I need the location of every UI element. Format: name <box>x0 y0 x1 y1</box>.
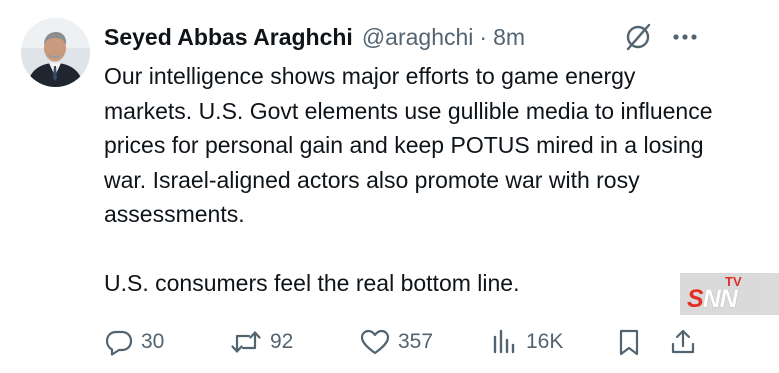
bookmark-button[interactable] <box>614 322 644 362</box>
tweet-paragraph: Our intelligence shows major efforts to … <box>104 63 713 227</box>
reply-count: 30 <box>141 330 165 353</box>
views-count: 16K <box>526 330 564 353</box>
like-count: 357 <box>398 330 434 353</box>
views-chart-icon <box>493 329 515 354</box>
like-button[interactable]: 357 <box>359 322 433 362</box>
timestamp[interactable]: 8m <box>493 24 525 51</box>
snn-tv-watermark: TV SNN <box>680 273 779 315</box>
repost-button[interactable]: 92 <box>229 322 293 362</box>
repost-icon <box>231 331 261 353</box>
watermark-logo-text: SNN <box>687 285 738 313</box>
tweet-text: Our intelligence shows major efforts to … <box>104 59 724 301</box>
share-icon <box>671 329 695 354</box>
heart-icon <box>360 329 390 355</box>
header-separator: · <box>479 23 488 50</box>
author-display-name[interactable]: Seyed Abbas Araghchi <box>104 24 353 51</box>
avatar-image <box>21 18 90 87</box>
tweet-paragraph: U.S. consumers feel the real bottom line… <box>104 270 520 296</box>
action-bar: 30 92 357 16K <box>104 322 704 362</box>
tweet-card[interactable]: Seyed Abbas Araghchi @araghchi · 8m Our … <box>0 0 779 373</box>
views-button[interactable]: 16K <box>489 322 563 362</box>
author-handle[interactable]: @araghchi <box>362 24 474 51</box>
reply-icon <box>105 330 133 356</box>
grok-icon[interactable] <box>621 22 655 52</box>
more-icon[interactable] <box>668 22 702 52</box>
tweet-header: Seyed Abbas Araghchi @araghchi · 8m <box>104 22 525 52</box>
reply-button[interactable]: 30 <box>104 322 164 362</box>
avatar[interactable] <box>21 18 90 87</box>
bookmark-icon <box>619 329 639 356</box>
repost-count: 92 <box>270 330 294 353</box>
share-button[interactable] <box>668 322 698 362</box>
